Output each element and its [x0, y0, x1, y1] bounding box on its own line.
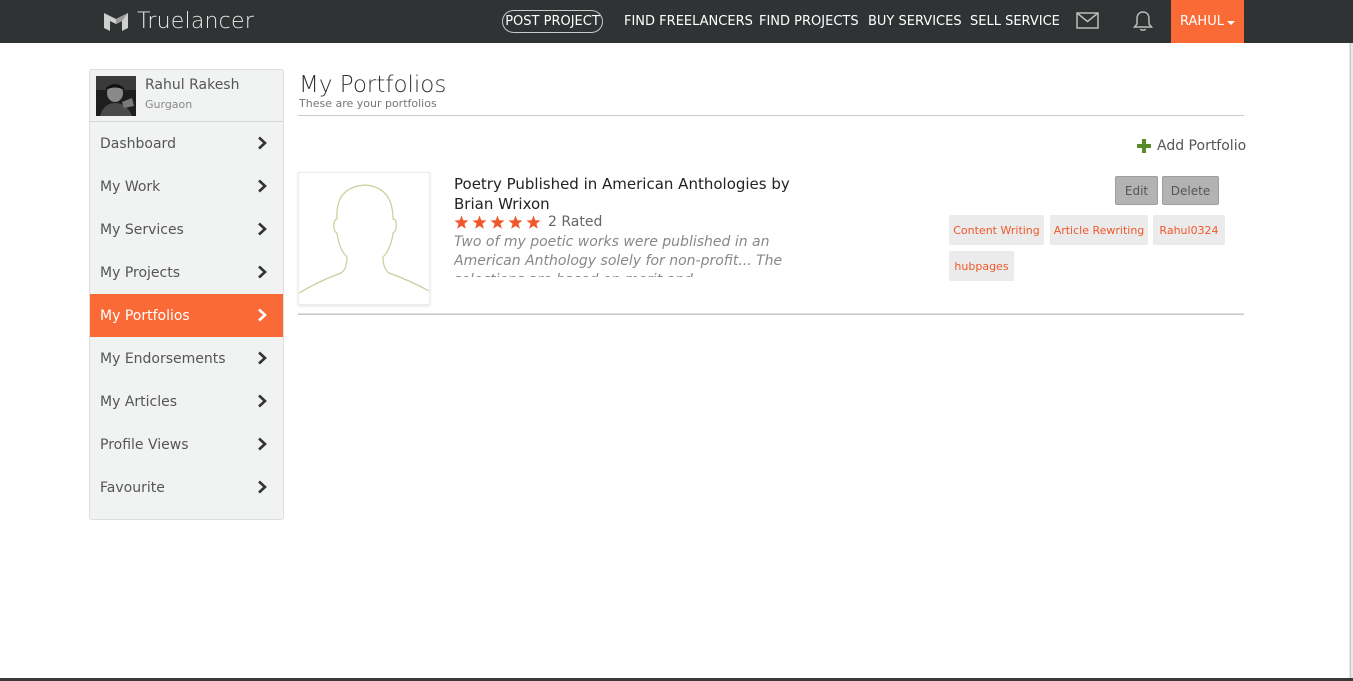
- sidebar-item-label: My Work: [100, 178, 161, 195]
- sidebar-item-label: My Services: [100, 221, 184, 238]
- sidebar-item-dashboard[interactable]: Dashboard: [90, 122, 283, 165]
- star-icon: [472, 215, 487, 229]
- star-icon: [454, 215, 469, 229]
- chevron-right-icon: [258, 394, 267, 408]
- mail-icon[interactable]: [1076, 12, 1099, 29]
- nav-sell-service[interactable]: SELL SERVICE: [970, 0, 1060, 43]
- plus-icon: [1137, 139, 1151, 153]
- sidebar-item-label: Dashboard: [100, 135, 176, 152]
- brand-logo[interactable]: Truelancer: [103, 4, 254, 38]
- sidebar-item-label: My Articles: [100, 393, 178, 410]
- profile-name: Rahul Rakesh: [145, 77, 240, 93]
- portfolio-thumbnail[interactable]: [298, 172, 430, 305]
- chevron-right-icon: [258, 480, 267, 494]
- sidebar-profile[interactable]: Rahul Rakesh Gurgaon: [90, 70, 283, 122]
- sidebar-item-profile-views[interactable]: Profile Views: [90, 423, 283, 466]
- chevron-right-icon: [258, 308, 267, 322]
- portfolio-title[interactable]: Poetry Published in American Anthologies…: [454, 174, 814, 214]
- edit-button[interactable]: Edit: [1115, 176, 1158, 205]
- post-project-button[interactable]: POST PROJECT: [502, 10, 603, 33]
- top-navigation-bar: Truelancer POST PROJECT FIND FREELANCERS…: [0, 0, 1353, 43]
- sidebar-item-favourite[interactable]: Favourite: [90, 466, 283, 509]
- user-silhouette-icon: [298, 184, 430, 294]
- sidebar-item-my-articles[interactable]: My Articles: [90, 380, 283, 423]
- add-portfolio-button[interactable]: Add Portfolio: [1137, 136, 1246, 156]
- rated-count: 2 Rated: [548, 214, 603, 230]
- chevron-right-icon: [258, 265, 267, 279]
- divider: [298, 313, 1244, 315]
- sidebar-item-my-endorsements[interactable]: My Endorsements: [90, 337, 283, 380]
- sidebar-item-label: Profile Views: [100, 436, 189, 453]
- sidebar-item-label: Favourite: [100, 479, 165, 496]
- user-menu-button[interactable]: RAHUL: [1171, 0, 1244, 43]
- nav-find-freelancers[interactable]: FIND FREELANCERS: [624, 0, 753, 43]
- divider: [298, 115, 1244, 116]
- chevron-right-icon: [258, 136, 267, 150]
- chevron-right-icon: [258, 179, 267, 193]
- notification-bell-icon[interactable]: [1133, 10, 1153, 32]
- tag-rahul0324[interactable]: Rahul0324: [1153, 215, 1225, 245]
- tag-article-rewriting[interactable]: Article Rewriting: [1050, 215, 1148, 245]
- star-icon: [490, 215, 505, 229]
- avatar: [96, 76, 136, 116]
- sidebar-item-my-work[interactable]: My Work: [90, 165, 283, 208]
- add-portfolio-label: Add Portfolio: [1157, 138, 1247, 154]
- truelancer-logo-icon: [104, 13, 128, 31]
- chevron-down-icon: [1226, 20, 1235, 25]
- sidebar-item-my-projects[interactable]: My Projects: [90, 251, 283, 294]
- delete-button[interactable]: Delete: [1162, 176, 1219, 205]
- brand-name: Truelancer: [137, 8, 254, 34]
- scrollbar-border: [1350, 43, 1351, 681]
- chevron-right-icon: [258, 351, 267, 365]
- sidebar-item-label: My Endorsements: [100, 350, 226, 367]
- tag-hubpages[interactable]: hubpages: [949, 251, 1014, 281]
- sidebar-item-label: My Projects: [100, 264, 181, 281]
- tag-content-writing[interactable]: Content Writing: [949, 215, 1044, 245]
- sidebar-item-my-portfolios[interactable]: My Portfolios: [90, 294, 283, 337]
- sidebar-item-my-services[interactable]: My Services: [90, 208, 283, 251]
- sidebar: Rahul Rakesh Gurgaon Dashboard My Work M…: [89, 69, 284, 520]
- nav-find-projects[interactable]: FIND PROJECTS: [759, 0, 859, 43]
- chevron-right-icon: [258, 437, 267, 451]
- star-icon: [526, 215, 541, 229]
- page-title: My Portfolios: [299, 72, 447, 98]
- profile-location: Gurgaon: [145, 98, 193, 111]
- page-subtitle: These are your portfolios: [299, 97, 437, 110]
- portfolio-description: Two of my poetic works were published in…: [454, 234, 783, 277]
- user-menu-label: RAHUL: [1180, 14, 1224, 29]
- star-icon: [508, 215, 523, 229]
- portfolio-rating: 2 Rated: [454, 212, 602, 232]
- chevron-right-icon: [258, 222, 267, 236]
- avatar-photo-icon: [96, 76, 136, 116]
- nav-buy-services[interactable]: BUY SERVICES: [868, 0, 962, 43]
- sidebar-item-label: My Portfolios: [100, 307, 190, 324]
